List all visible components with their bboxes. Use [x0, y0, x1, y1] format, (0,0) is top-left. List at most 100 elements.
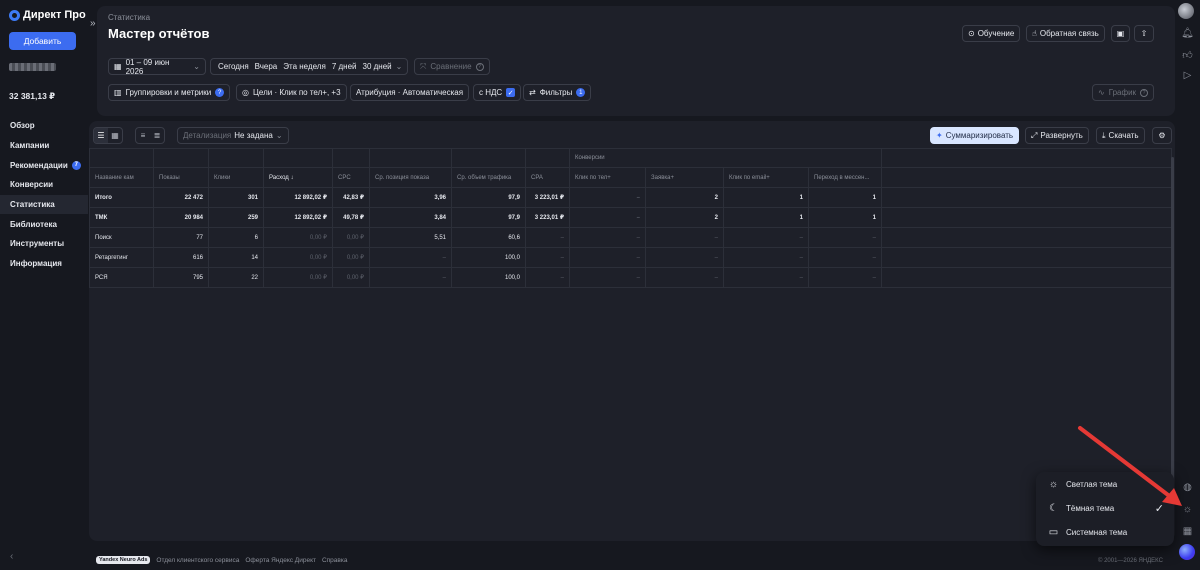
cell-cost: 0,00 ₽ — [263, 247, 333, 268]
cell-phone-click: – — [569, 227, 646, 248]
cell-campaign: Поиск — [89, 227, 154, 248]
cell-messenger: – — [808, 247, 882, 268]
density-toggle: ≡ ≣ — [135, 127, 165, 144]
breadcrumb[interactable]: Статистика — [108, 13, 150, 22]
filters-button[interactable]: ⇄ Фильтры 1 — [523, 84, 592, 101]
theme-system-option[interactable]: ▭ Системная тема — [1036, 520, 1174, 544]
expand-icon: ⤢ — [1031, 130, 1038, 140]
compare-arrows-icon: ⤧ — [420, 61, 427, 71]
column-header-clicks[interactable]: Клики — [208, 167, 264, 188]
monitor-icon: ▭ — [1048, 526, 1059, 538]
sparkle-icon: ✦ — [936, 131, 943, 140]
column-header-campaign[interactable]: Название кам — [89, 167, 154, 188]
grid-icon: ▥ — [114, 88, 122, 97]
sidebar-item-overview[interactable]: Обзор — [0, 116, 88, 136]
alice-assistant-icon[interactable] — [1179, 544, 1195, 560]
footer-link-client-service[interactable]: Отдел клиентского сервиса — [156, 557, 239, 564]
summarize-button[interactable]: ✦ Суммаризировать — [930, 127, 1020, 144]
table-row[interactable]: ТМК 20 984 259 12 892,02 ₽49,78 ₽3,84 97,9 3 … — [89, 207, 1172, 228]
play-circle-icon[interactable]: ▷ — [1181, 69, 1194, 82]
apps-grid-icon[interactable]: ▦ — [1181, 525, 1194, 538]
cell-cost: 12 892,02 ₽ — [263, 187, 333, 208]
chevron-left-icon[interactable]: ‹ — [10, 551, 13, 562]
chevron-down-icon[interactable]: ⌄ — [396, 62, 403, 71]
sidebar-item-conversions[interactable]: Конверсии — [0, 175, 88, 195]
cell-clicks: 14 — [208, 247, 264, 268]
date-range-picker[interactable]: ▦ 01 – 09 июн 2026 ⌄ — [108, 58, 206, 76]
download-button[interactable]: ⤓ Скачать — [1096, 127, 1145, 144]
add-button[interactable]: Добавить — [9, 32, 76, 50]
attribution-button[interactable]: Атрибуция · Автоматическая — [350, 84, 470, 101]
period-7-days[interactable]: 7 дней — [330, 62, 359, 71]
expand-button[interactable]: ⤢ Развернуть — [1025, 127, 1089, 144]
cell-phone-click: – — [569, 207, 646, 228]
table-row[interactable]: Ретаргетинг 616 14 0,00 ₽0,00 ₽ –100,0– – – – – — [89, 247, 1172, 268]
sidebar-item-recommendations[interactable]: Рекомендации 7 — [0, 155, 88, 175]
avatar[interactable] — [1178, 3, 1194, 19]
list-view-icon[interactable]: ☰ — [94, 128, 108, 143]
bell-icon[interactable]: 🔔︎ — [1181, 27, 1194, 40]
column-header-avg-traffic[interactable]: Ср. объем трафика — [451, 167, 526, 188]
column-header-cost[interactable]: Расход ↓ — [263, 167, 333, 188]
detail-select[interactable]: Детализация Не задана ⌄ — [177, 127, 289, 144]
cell-phone-click: – — [569, 267, 646, 288]
footer-link-help[interactable]: Справка — [322, 557, 348, 564]
column-header-phone-click[interactable]: Клик по тел+ — [569, 167, 646, 188]
sidebar-item-library[interactable]: Библиотека — [0, 214, 88, 234]
sidebar-item-tools[interactable]: Инструменты — [0, 234, 88, 254]
feedback-button[interactable]: ☝ Обратная связь — [1026, 25, 1105, 42]
cell-cpc: 42,83 ₽ — [332, 187, 370, 208]
share-button[interactable]: ⇧ — [1134, 25, 1154, 42]
grid-view-icon[interactable]: ▦ — [108, 128, 122, 143]
neuro-ads-badge[interactable]: Yandex Neuro Ads — [96, 556, 151, 564]
sidebar-item-statistics[interactable]: Статистика — [0, 194, 88, 215]
vat-toggle[interactable]: с НДС ✓ — [473, 84, 522, 101]
goals-button[interactable]: ◎ Цели · Клик по тел+, +3 — [236, 84, 347, 101]
period-30-days[interactable]: 30 дней — [361, 62, 394, 71]
sun-icon: ☼ — [1048, 478, 1059, 490]
logo[interactable]: Директ Про — [9, 9, 86, 21]
sidebar-item-label: Кампании — [10, 141, 50, 151]
table-settings-button[interactable]: ⚙ — [1152, 127, 1172, 144]
cell-avg-position: 5,51 — [369, 227, 452, 248]
cell-filler — [881, 187, 1172, 208]
column-header-email-click[interactable]: Клик по email+ — [723, 167, 809, 188]
sidebar-item-information[interactable]: Информация — [0, 254, 88, 274]
column-header-impressions[interactable]: Показы — [153, 167, 209, 188]
copyright: © 2001—2026 ЯНДЕКС — [1098, 558, 1163, 564]
table-row[interactable]: РСЯ 795 22 0,00 ₽0,00 ₽ –100,0– – – – – — [89, 267, 1172, 288]
table-row[interactable]: Поиск 77 6 0,00 ₽0,00 ₽5,51 60,6– – – – – — [89, 227, 1172, 248]
expand-label: Развернуть — [1040, 131, 1083, 140]
double-chevron-right-icon[interactable]: » — [90, 18, 96, 29]
period-yesterday[interactable]: Вчера — [253, 62, 280, 71]
save-report-button[interactable]: ▣ — [1111, 25, 1130, 42]
cell-campaign: Итого — [89, 187, 154, 208]
cell-cpa: 3 223,01 ₽ — [525, 187, 570, 208]
compare-button[interactable]: ⤧ Сравнение ? — [414, 58, 490, 75]
column-header-messenger[interactable]: Переход в мессен... — [808, 167, 882, 188]
cell-messenger: 1 — [808, 207, 882, 228]
learning-button[interactable]: ⊙ Обучение — [962, 25, 1021, 42]
cell-messenger: 1 — [808, 187, 882, 208]
footer-link-offer[interactable]: Оферта Яндекс Директ — [245, 557, 316, 564]
groupings-label: Группировки и метрики — [125, 88, 212, 97]
table-row[interactable]: Итого 22 472 301 12 892,02 ₽42,83 ₽3,96 97,9… — [89, 187, 1172, 208]
question-icon: ? — [1140, 88, 1149, 97]
account-balance[interactable]: 32 381,13 ₽ — [9, 91, 55, 102]
chart-button[interactable]: ∿ График ? — [1092, 84, 1155, 101]
density-compact-icon[interactable]: ≣ — [150, 128, 164, 143]
period-today[interactable]: Сегодня — [216, 62, 251, 71]
sidebar-item-campaigns[interactable]: Кампании — [0, 136, 88, 156]
sidebar-item-label: Информация — [10, 259, 62, 269]
red-annotation-arrow — [1078, 426, 1182, 506]
account-name-blurred[interactable] — [9, 63, 56, 71]
groupings-metrics-button[interactable]: ▥ Группировки и метрики ? — [108, 84, 231, 101]
column-header-cpc[interactable]: CPC — [332, 167, 370, 188]
column-header-avg-position[interactable]: Ср. позиция показа — [369, 167, 452, 188]
filter-arrows-icon: ⇄ — [529, 88, 536, 97]
column-header-cpa[interactable]: CPA — [525, 167, 570, 188]
density-comfortable-icon[interactable]: ≡ — [136, 128, 150, 143]
period-this-week[interactable]: Эта неделя — [281, 62, 328, 71]
thumbs-up-icon[interactable]: 👍︎ — [1181, 48, 1194, 61]
column-header-lead[interactable]: Заявка+ — [645, 167, 724, 188]
